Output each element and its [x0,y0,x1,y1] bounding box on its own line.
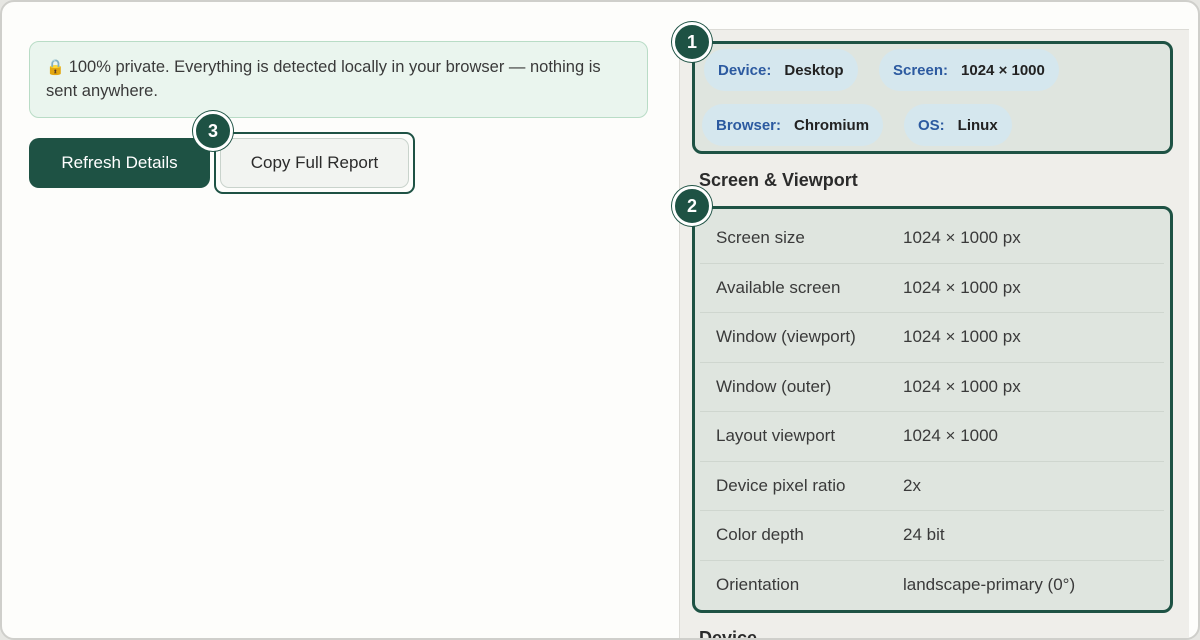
screen-viewport-table: Screen size 1024 × 1000 px Available scr… [692,206,1173,613]
chip-key: Browser: [716,116,782,134]
row-label: Color depth [716,525,804,545]
refresh-details-button[interactable]: Refresh Details [29,138,210,188]
chip-key: Screen: [893,61,949,79]
device-heading: Device [699,628,758,640]
screen-viewport-heading: Screen & Viewport [699,170,858,190]
step-marker-2: 2 [672,186,712,226]
privacy-notice: 🔒 100% private. Everything is detected lo… [29,41,648,118]
row-value: 2x [903,475,921,495]
chip-value: 1024 × 1000 [961,61,1045,79]
row-label: Device pixel ratio [716,475,846,495]
row-label: Available screen [716,277,841,297]
chip-device: Device: Desktop [704,49,858,91]
table-row: Device pixel ratio 2x [700,462,1164,511]
lock-icon: 🔒 [46,58,65,76]
chip-value: Linux [957,116,998,134]
row-value: landscape-primary (0°) [903,575,1076,595]
table-row: Available screen 1024 × 1000 px [700,264,1164,313]
row-value: 1024 × 1000 px [903,376,1021,396]
chip-os: OS: Linux [904,104,1012,146]
row-label: Screen size [716,228,805,248]
row-value: 1024 × 1000 px [903,277,1021,297]
row-label: Window (outer) [716,376,832,396]
row-label: Orientation [716,575,800,595]
chip-key: Device: [718,61,772,79]
table-row: Screen size 1024 × 1000 px [700,214,1164,264]
chip-screen: Screen: 1024 × 1000 [879,49,1059,91]
chip-value: Desktop [784,61,844,79]
table-row: Color depth 24 bit [700,511,1164,561]
row-label: Window (viewport) [716,327,856,347]
chip-value: Chromium [794,116,870,134]
chip-key: OS: [918,116,945,134]
table-row: Layout viewport 1024 × 1000 [700,412,1164,462]
table-row: Orientation landscape-primary (0°) [700,561,1164,611]
table-row: Window (outer) 1024 × 1000 px [700,363,1164,412]
row-value: 1024 × 1000 px [903,327,1021,347]
app-frame: 🔒 100% private. Everything is detected lo… [0,0,1200,640]
step-marker-1: 1 [672,22,712,62]
table-row: Window (viewport) 1024 × 1000 px [700,313,1164,363]
copy-full-report-button[interactable]: Copy Full Report [220,138,409,188]
step-marker-3: 3 [193,111,233,151]
row-value: 24 bit [903,525,945,545]
privacy-notice-text: 100% private. Everything is detected loc… [46,58,601,100]
row-label: Layout viewport [716,426,836,446]
row-value: 1024 × 1000 px [903,228,1021,248]
row-value: 1024 × 1000 [903,426,999,446]
chip-browser: Browser: Chromium [702,104,884,146]
